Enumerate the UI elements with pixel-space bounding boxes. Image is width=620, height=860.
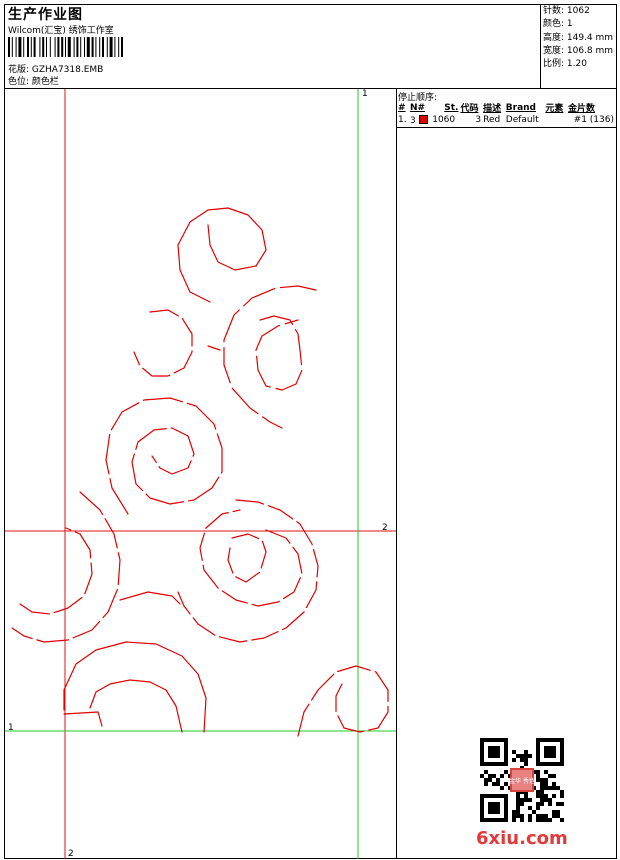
design-canvas: 2 2 1 1 (5, 89, 396, 859)
row-sequin: #1 (136) (573, 115, 614, 125)
color-name: 色位: 颜色栏 (8, 77, 59, 87)
info-colors: 颜色: 1 (543, 19, 573, 30)
red-vertical-guide-label: 2 (68, 849, 74, 859)
watermark-logo: 6xiu.com (476, 828, 568, 849)
col-needle: N# (410, 102, 426, 113)
table-row: 1. 3 1060 3 Red Default #1 (136) (397, 114, 615, 126)
stitch-short-dash (207, 345, 221, 351)
row-needle: 3 (409, 114, 431, 126)
stitch-arch-base (63, 711, 103, 727)
document-title: 生产作业图 (8, 7, 83, 23)
stitch-spiral-right (223, 285, 317, 429)
stitch-connector (119, 591, 181, 605)
qr-seal: 金华 秀色 (509, 777, 535, 785)
row-index: 1. (398, 115, 407, 125)
barcode (8, 37, 123, 57)
col-elements: 元素 (545, 104, 564, 114)
stitch-spiral-middle (105, 397, 223, 515)
col-sequin: 金片数 (567, 104, 595, 114)
green-horizontal-guide-label: 1 (8, 723, 14, 733)
stitch-arch-bottom-inner (89, 679, 183, 733)
stop-sequence-table: # N# St. 代码 描述 Brand 元素 金片数 1. 3 1060 3 … (397, 101, 615, 126)
row-elements (544, 114, 567, 126)
company-name: Wilcom(汇宝) 绣饰工作室 (8, 26, 114, 36)
info-divider (540, 4, 541, 88)
row-brand: Default (505, 115, 539, 125)
color-swatch (418, 114, 428, 124)
stitch-arc-small (133, 309, 193, 377)
col-index: # (398, 102, 406, 113)
design-info: 针数: 1062 颜色: 1 高度: 149.4 mm 宽度: 106.8 mm… (543, 5, 613, 71)
row-needle-number: 3 (410, 115, 416, 126)
info-width: 宽度: 106.8 mm (543, 45, 614, 56)
stitch-arch-bottom-outer (63, 641, 207, 733)
col-stitches: St. (444, 102, 459, 113)
red-horizontal-guide-label: 2 (382, 523, 388, 533)
row-desc: Red (483, 115, 501, 125)
info-stitches: 针数: 1062 (543, 6, 590, 16)
stitch-arc-left (11, 491, 121, 643)
table-rule (397, 127, 617, 128)
row-code: 3 (475, 115, 482, 125)
info-height: 高度: 149.4 mm (543, 32, 614, 43)
stitch-spiral-center (177, 499, 319, 643)
row-stitches: 1060 (432, 115, 456, 125)
stop-sequence-header: # N# St. 代码 描述 Brand 元素 金片数 (397, 101, 615, 115)
col-code: 代码 (460, 104, 479, 114)
stitch-spiral-top (177, 207, 267, 303)
info-scale: 比例: 1.20 (543, 59, 587, 70)
green-vertical-guide-label: 1 (362, 89, 368, 99)
qr-code: 金华 秀色 (480, 738, 564, 822)
stitch-arch-right (297, 665, 389, 737)
column-divider (396, 88, 397, 859)
col-desc: 描述 (483, 104, 502, 114)
col-brand: Brand (505, 102, 537, 113)
